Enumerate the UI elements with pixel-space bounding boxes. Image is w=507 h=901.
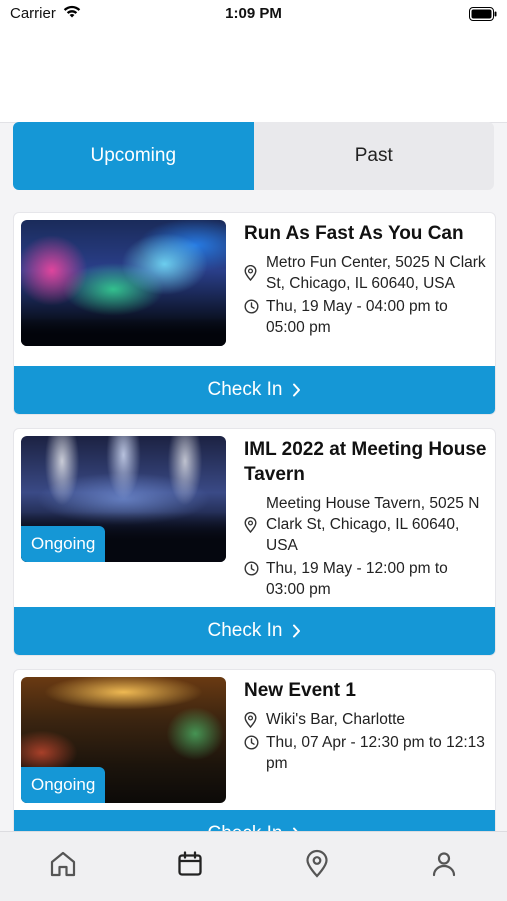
event-info: Run As Fast As You Can Metro Fun Center,… — [244, 221, 489, 340]
event-image-crowd: Ongoing — [21, 436, 226, 562]
event-time: Thu, 19 May - 04:00 pm to 05:00 pm — [266, 298, 448, 336]
check-in-button[interactable]: Check In — [14, 607, 495, 655]
profile-icon — [429, 849, 459, 884]
event-time: Thu, 19 May - 12:00 pm to 03:00 pm — [266, 560, 448, 598]
nav-map[interactable] — [287, 842, 347, 892]
event-title: New Event 1 — [244, 680, 356, 701]
event-card[interactable]: Ongoing IML 2022 at Meeting House Tavern… — [13, 428, 496, 656]
nav-home[interactable] — [33, 842, 93, 892]
home-icon — [48, 849, 78, 884]
location-pin-icon — [244, 493, 266, 556]
status-time: 1:09 PM — [225, 5, 282, 22]
event-image-bar: Ongoing — [21, 677, 226, 803]
calendar-icon — [175, 849, 205, 884]
location-pin-icon — [302, 849, 332, 884]
ongoing-badge: Ongoing — [21, 767, 106, 803]
clock-icon — [244, 558, 266, 600]
nav-events[interactable] — [160, 842, 220, 892]
clock-icon — [244, 296, 266, 338]
event-image-concert — [21, 220, 226, 346]
event-tabs: Upcoming Past — [13, 122, 494, 190]
event-card[interactable]: Run As Fast As You Can Metro Fun Center,… — [13, 212, 496, 415]
check-in-button[interactable]: Check In — [14, 366, 495, 414]
ongoing-badge: Ongoing — [21, 526, 106, 562]
check-in-label: Check In — [207, 620, 283, 641]
event-location: Wiki's Bar, Charlotte — [266, 711, 406, 728]
tab-upcoming[interactable]: Upcoming — [13, 122, 254, 190]
event-location: Meeting House Tavern, 5025 N Clark St, C… — [266, 495, 480, 554]
event-title: IML 2022 at Meeting House Tavern — [244, 439, 487, 485]
chevron-right-icon — [292, 624, 301, 638]
location-pin-icon — [244, 252, 266, 294]
battery-icon — [469, 7, 497, 26]
location-pin-icon — [244, 709, 266, 730]
status-bar: Carrier 1:09 PM — [0, 0, 507, 28]
nav-profile[interactable] — [414, 842, 474, 892]
chevron-right-icon — [292, 383, 301, 397]
tab-past[interactable]: Past — [253, 122, 494, 190]
event-time: Thu, 07 Apr - 12:30 pm to 12:13 pm — [266, 734, 485, 772]
check-in-label: Check In — [207, 379, 283, 400]
clock-icon — [244, 732, 266, 774]
event-info: New Event 1 Wiki's Bar, Charlotte Thu, 0… — [244, 678, 489, 776]
event-info: IML 2022 at Meeting House Tavern Meeting… — [244, 437, 489, 602]
event-location: Metro Fun Center, 5025 N Clark St, Chica… — [266, 254, 486, 292]
header-area — [0, 28, 507, 123]
event-title: Run As Fast As You Can — [244, 223, 464, 244]
bottom-nav — [0, 831, 507, 901]
